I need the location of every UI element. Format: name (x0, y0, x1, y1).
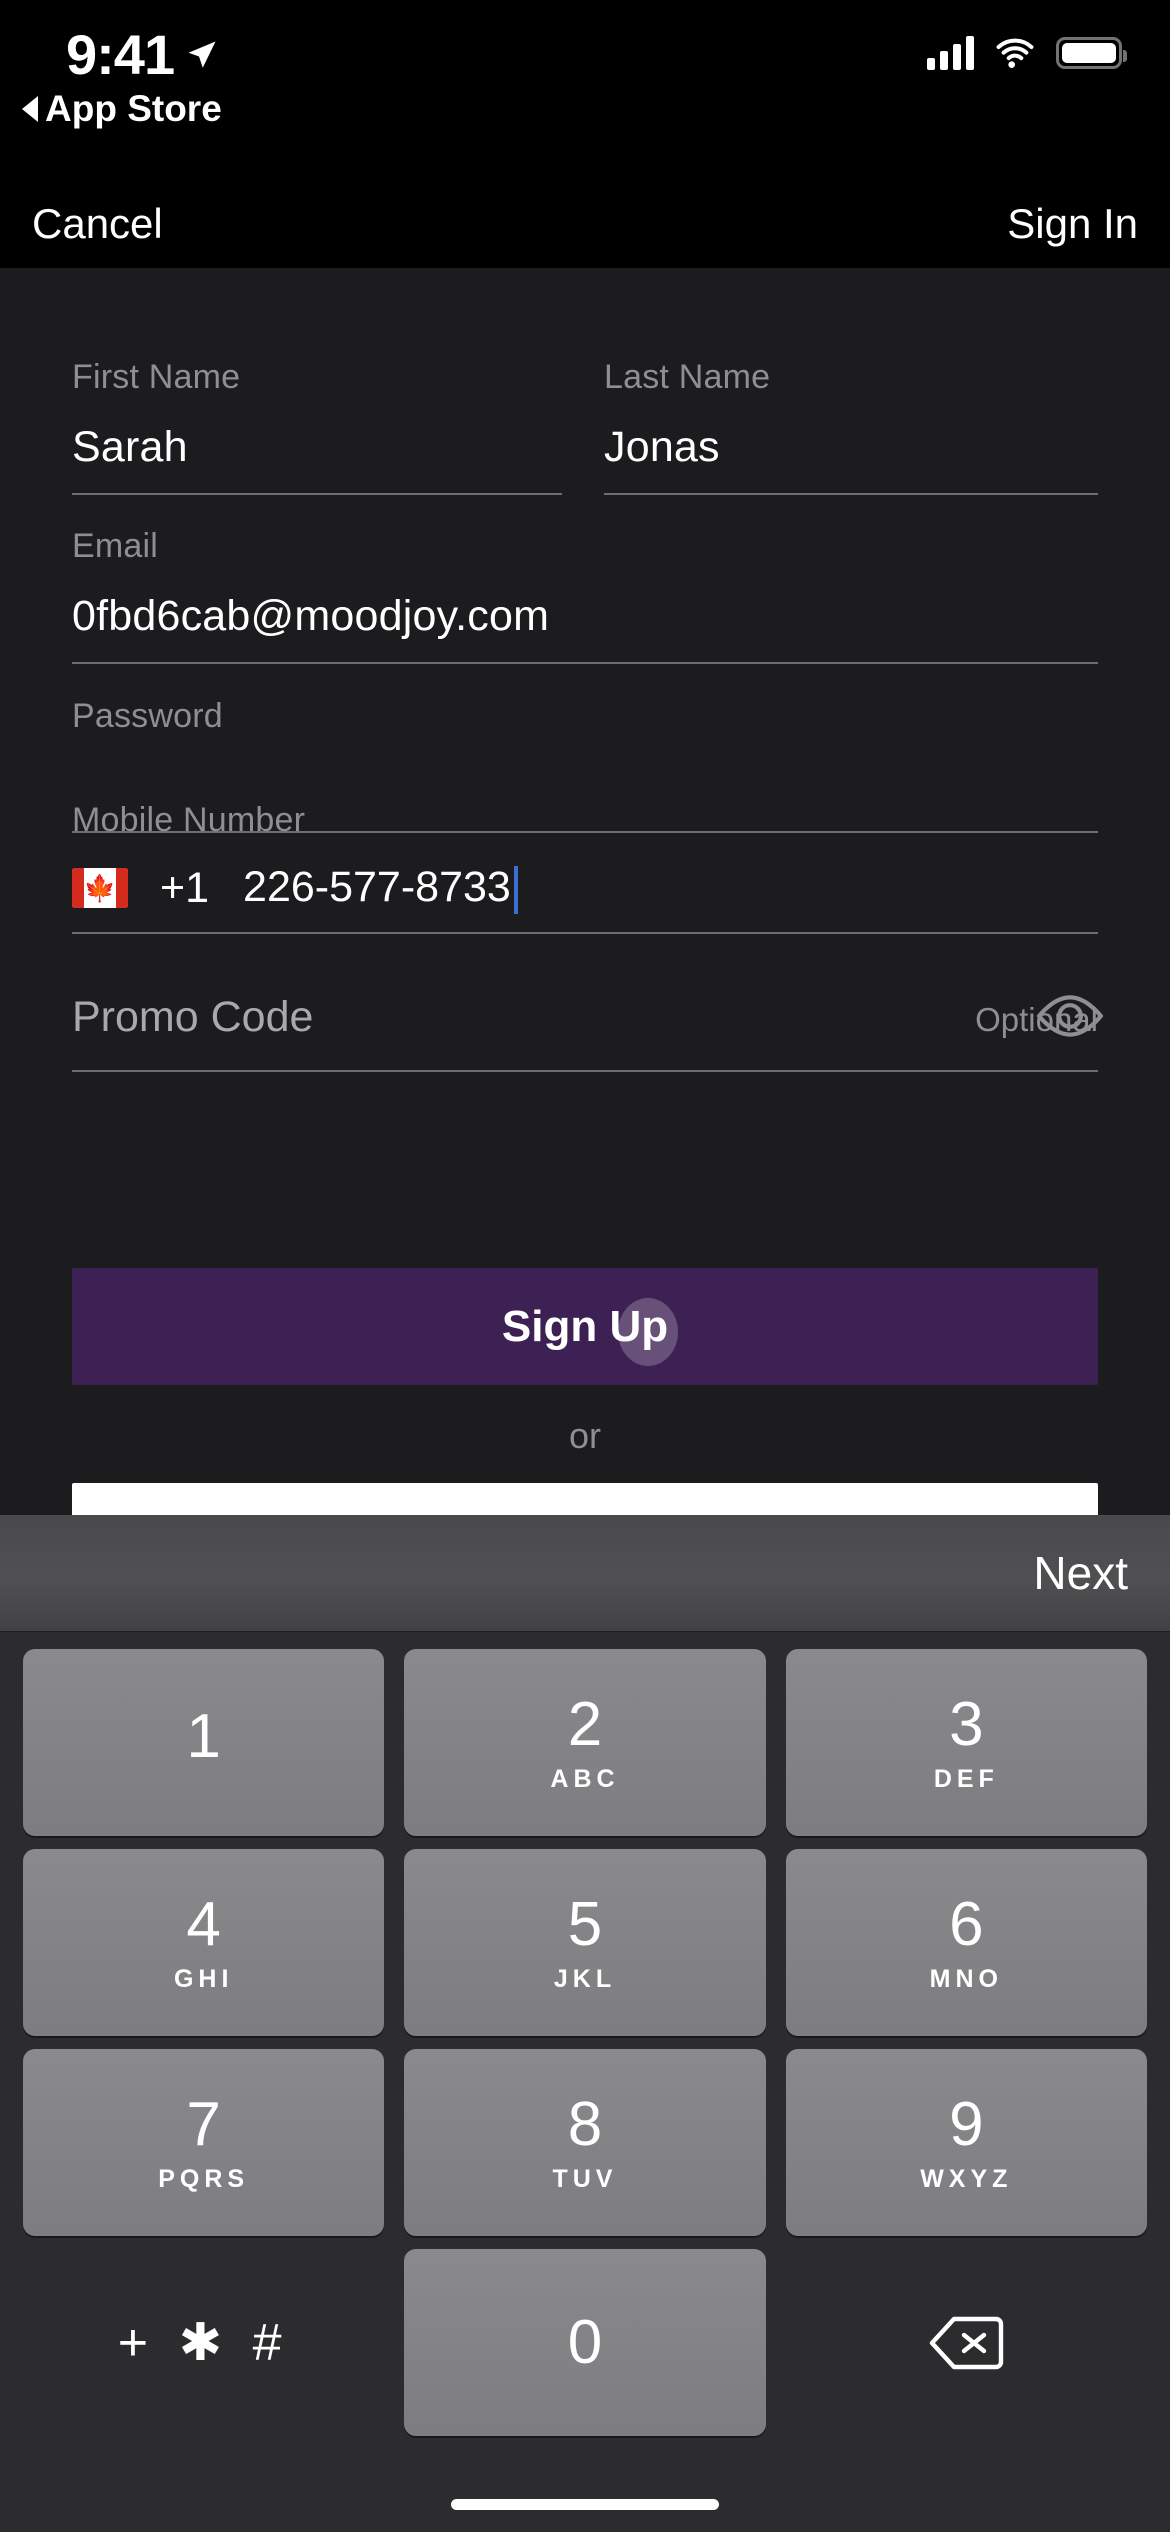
mobile-number-underline (72, 932, 1098, 934)
back-triangle-icon (22, 96, 38, 122)
key-number: 9 (949, 2089, 984, 2159)
mobile-number-row: 🍁 +1 226-577-8733 (72, 863, 518, 914)
key-0[interactable]: 0 (404, 2249, 766, 2436)
mobile-number-input[interactable]: 226-577-8733 (243, 863, 518, 914)
navigation-bar: Cancel Sign In (0, 180, 1170, 268)
first-name-input[interactable]: Sarah (72, 423, 188, 472)
last-name-underline (604, 493, 1098, 495)
cellular-signal-icon (927, 36, 974, 70)
key-letters: MNO (929, 1964, 1003, 1993)
signup-form: First Name Sarah Last Name Jonas Email 0… (0, 268, 1170, 1600)
key-number: 2 (567, 1689, 603, 1759)
keypad-row-3: 7 PQRS 8 TUV 9 WXYZ (13, 2049, 1157, 2236)
location-arrow-icon (188, 41, 216, 68)
country-code[interactable]: +1 (160, 864, 209, 913)
mobile-number-value: 226-577-8733 (243, 863, 511, 911)
key-letters: ABC (550, 1764, 620, 1793)
key-3[interactable]: 3 DEF (785, 1649, 1147, 1836)
wifi-icon (996, 38, 1034, 68)
text-caret (513, 865, 518, 914)
first-name-underline (72, 493, 562, 495)
key-number: 1 (186, 1702, 221, 1771)
promo-code-input[interactable]: Promo Code (72, 993, 313, 1042)
cancel-button[interactable]: Cancel (32, 200, 163, 248)
sign-up-button[interactable]: Sign Up (72, 1268, 1098, 1385)
keypad-row-2: 4 GHI 5 JKL 6 MNO (13, 1849, 1157, 2036)
sign-up-label: Sign Up (501, 1301, 669, 1351)
password-label: Password (72, 697, 223, 735)
key-1[interactable]: 1 (23, 1649, 385, 1836)
key-9[interactable]: 9 WXYZ (785, 2049, 1147, 2236)
key-number: 5 (567, 1889, 603, 1959)
key-letters: TUV (552, 2164, 618, 2193)
key-2[interactable]: 2 ABC (404, 1649, 766, 1836)
email-underline (72, 662, 1098, 664)
backspace-icon[interactable] (786, 2249, 1147, 2436)
sign-in-button[interactable]: Sign In (1007, 200, 1138, 248)
first-name-label: First Name (72, 358, 241, 396)
key-number: 8 (567, 2089, 603, 2159)
keypad-row-4: + ✱ # 0 (13, 2249, 1157, 2436)
promo-code-underline (72, 1070, 1098, 1072)
status-indicators (927, 36, 1127, 70)
key-5[interactable]: 5 JKL (404, 1849, 766, 2036)
key-letters: JKL (553, 1964, 617, 1993)
keypad: 1 2 ABC 3 DEF 4 GHI 5 JKL 6 MNO 7 PQRS 8… (0, 1632, 1170, 2532)
key-number: 4 (186, 1889, 221, 1959)
key-number: 7 (186, 2089, 221, 2159)
status-bar: 9:41 App Store (0, 0, 1170, 180)
key-letters: WXYZ (920, 2164, 1013, 2193)
key-7[interactable]: 7 PQRS (23, 2049, 385, 2236)
back-to-app-store[interactable]: App Store (22, 88, 222, 130)
key-number: 6 (949, 1889, 984, 1959)
home-indicator[interactable] (451, 2499, 719, 2510)
last-name-input[interactable]: Jonas (604, 423, 720, 472)
keypad-row-1: 1 2 ABC 3 DEF (13, 1649, 1157, 1836)
back-app-label: App Store (45, 88, 222, 129)
promo-optional-label: Optional (975, 1001, 1098, 1038)
battery-icon (1056, 37, 1127, 69)
status-time-group: 9:41 (66, 22, 220, 87)
keyboard-accessory-toolbar: Next (0, 1515, 1170, 1632)
email-input[interactable]: 0fbd6cab@moodjoy.com (72, 592, 549, 641)
promo-code-row[interactable]: Promo Code Optional (72, 993, 1098, 1042)
key-8[interactable]: 8 TUV (404, 2049, 766, 2236)
key-6[interactable]: 6 MNO (785, 1849, 1147, 2036)
mobile-number-label: Mobile Number (72, 801, 306, 839)
key-symbols-label: + ✱ # (117, 2313, 290, 2372)
key-letters: GHI (173, 1964, 234, 1993)
key-4[interactable]: 4 GHI (23, 1849, 385, 2036)
key-number: 0 (567, 2307, 603, 2377)
or-divider-label: or (568, 1415, 601, 1456)
numeric-keyboard: Next 1 2 ABC 3 DEF 4 GHI 5 JKL 6 MNO 7 P… (0, 1515, 1170, 2532)
key-letters: PQRS (158, 2164, 250, 2193)
next-button[interactable]: Next (1033, 1546, 1128, 1600)
email-label: Email (72, 527, 159, 565)
key-letters: DEF (933, 1764, 999, 1793)
key-number: 3 (949, 1689, 984, 1759)
canada-flag-icon[interactable]: 🍁 (72, 868, 128, 909)
status-time: 9:41 (66, 23, 175, 86)
key-symbols[interactable]: + ✱ # (23, 2249, 384, 2436)
phone-screen: 9:41 App Store Cancel Sign In First Name (0, 0, 1170, 2532)
last-name-label: Last Name (604, 358, 771, 396)
